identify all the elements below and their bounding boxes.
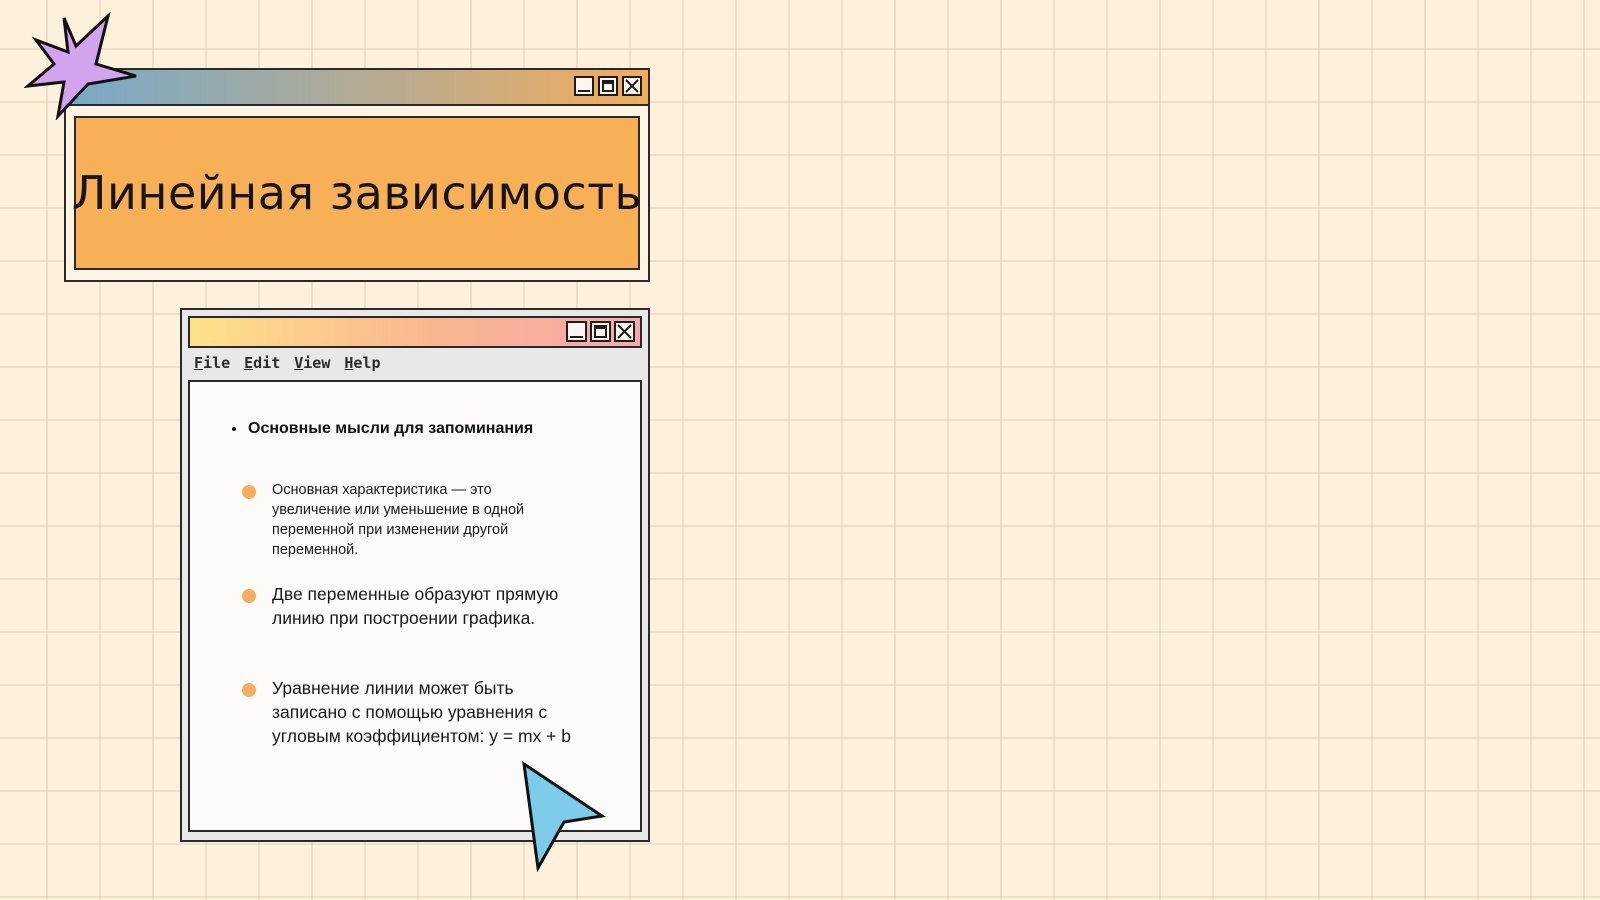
notes-heading-row: Основные мысли для запоминания — [232, 420, 533, 438]
list-item: Две переменные образуют прямую линию при… — [242, 582, 582, 630]
list-item: Основная характеристика — это увеличение… — [242, 480, 542, 560]
list-item: Уравнение линии может быть записано с по… — [242, 676, 582, 748]
menu-view-label: iew — [303, 354, 331, 372]
minimize-icon[interactable] — [566, 321, 587, 342]
menu-edit-accelerator: E — [244, 354, 254, 372]
title-window: Линейная зависимость — [64, 68, 650, 282]
title-panel: Линейная зависимость — [71, 116, 643, 270]
menu-file-label: ile — [203, 354, 231, 372]
heading-bullet-icon — [232, 427, 236, 431]
list-item-text: Две переменные образуют прямую линию при… — [272, 584, 559, 628]
menu-bar: File Edit View Help — [194, 354, 381, 372]
menu-view-accelerator: V — [294, 354, 304, 372]
window-controls — [566, 321, 635, 342]
notes-window-titlebar[interactable] — [188, 316, 642, 348]
menu-help[interactable]: Help — [344, 354, 380, 372]
title-window-titlebar[interactable] — [66, 70, 648, 106]
maximize-icon[interactable] — [598, 76, 618, 96]
close-icon[interactable] — [622, 76, 642, 96]
bullet-dot-icon — [242, 485, 256, 499]
bullet-dot-icon — [242, 589, 256, 603]
maximize-icon[interactable] — [590, 321, 611, 342]
close-icon[interactable] — [614, 321, 635, 342]
cursor-arrow-icon — [522, 760, 607, 872]
menu-edit[interactable]: Edit — [244, 354, 280, 372]
page-title: Линейная зависимость — [71, 166, 643, 220]
menu-help-label: elp — [353, 354, 381, 372]
menu-view[interactable]: View — [294, 354, 330, 372]
starburst-icon — [24, 12, 137, 120]
menu-file[interactable]: File — [194, 354, 230, 372]
minimize-icon[interactable] — [574, 76, 594, 96]
list-item-text: Уравнение линии может быть записано с по… — [272, 678, 571, 746]
bullet-dot-icon — [242, 683, 256, 697]
menu-file-accelerator: F — [194, 354, 204, 372]
notes-heading: Основные мысли для запоминания — [248, 420, 534, 437]
list-item-text: Основная характеристика — это увеличение… — [272, 482, 525, 558]
menu-edit-label: dit — [253, 354, 281, 372]
window-controls — [574, 76, 642, 96]
